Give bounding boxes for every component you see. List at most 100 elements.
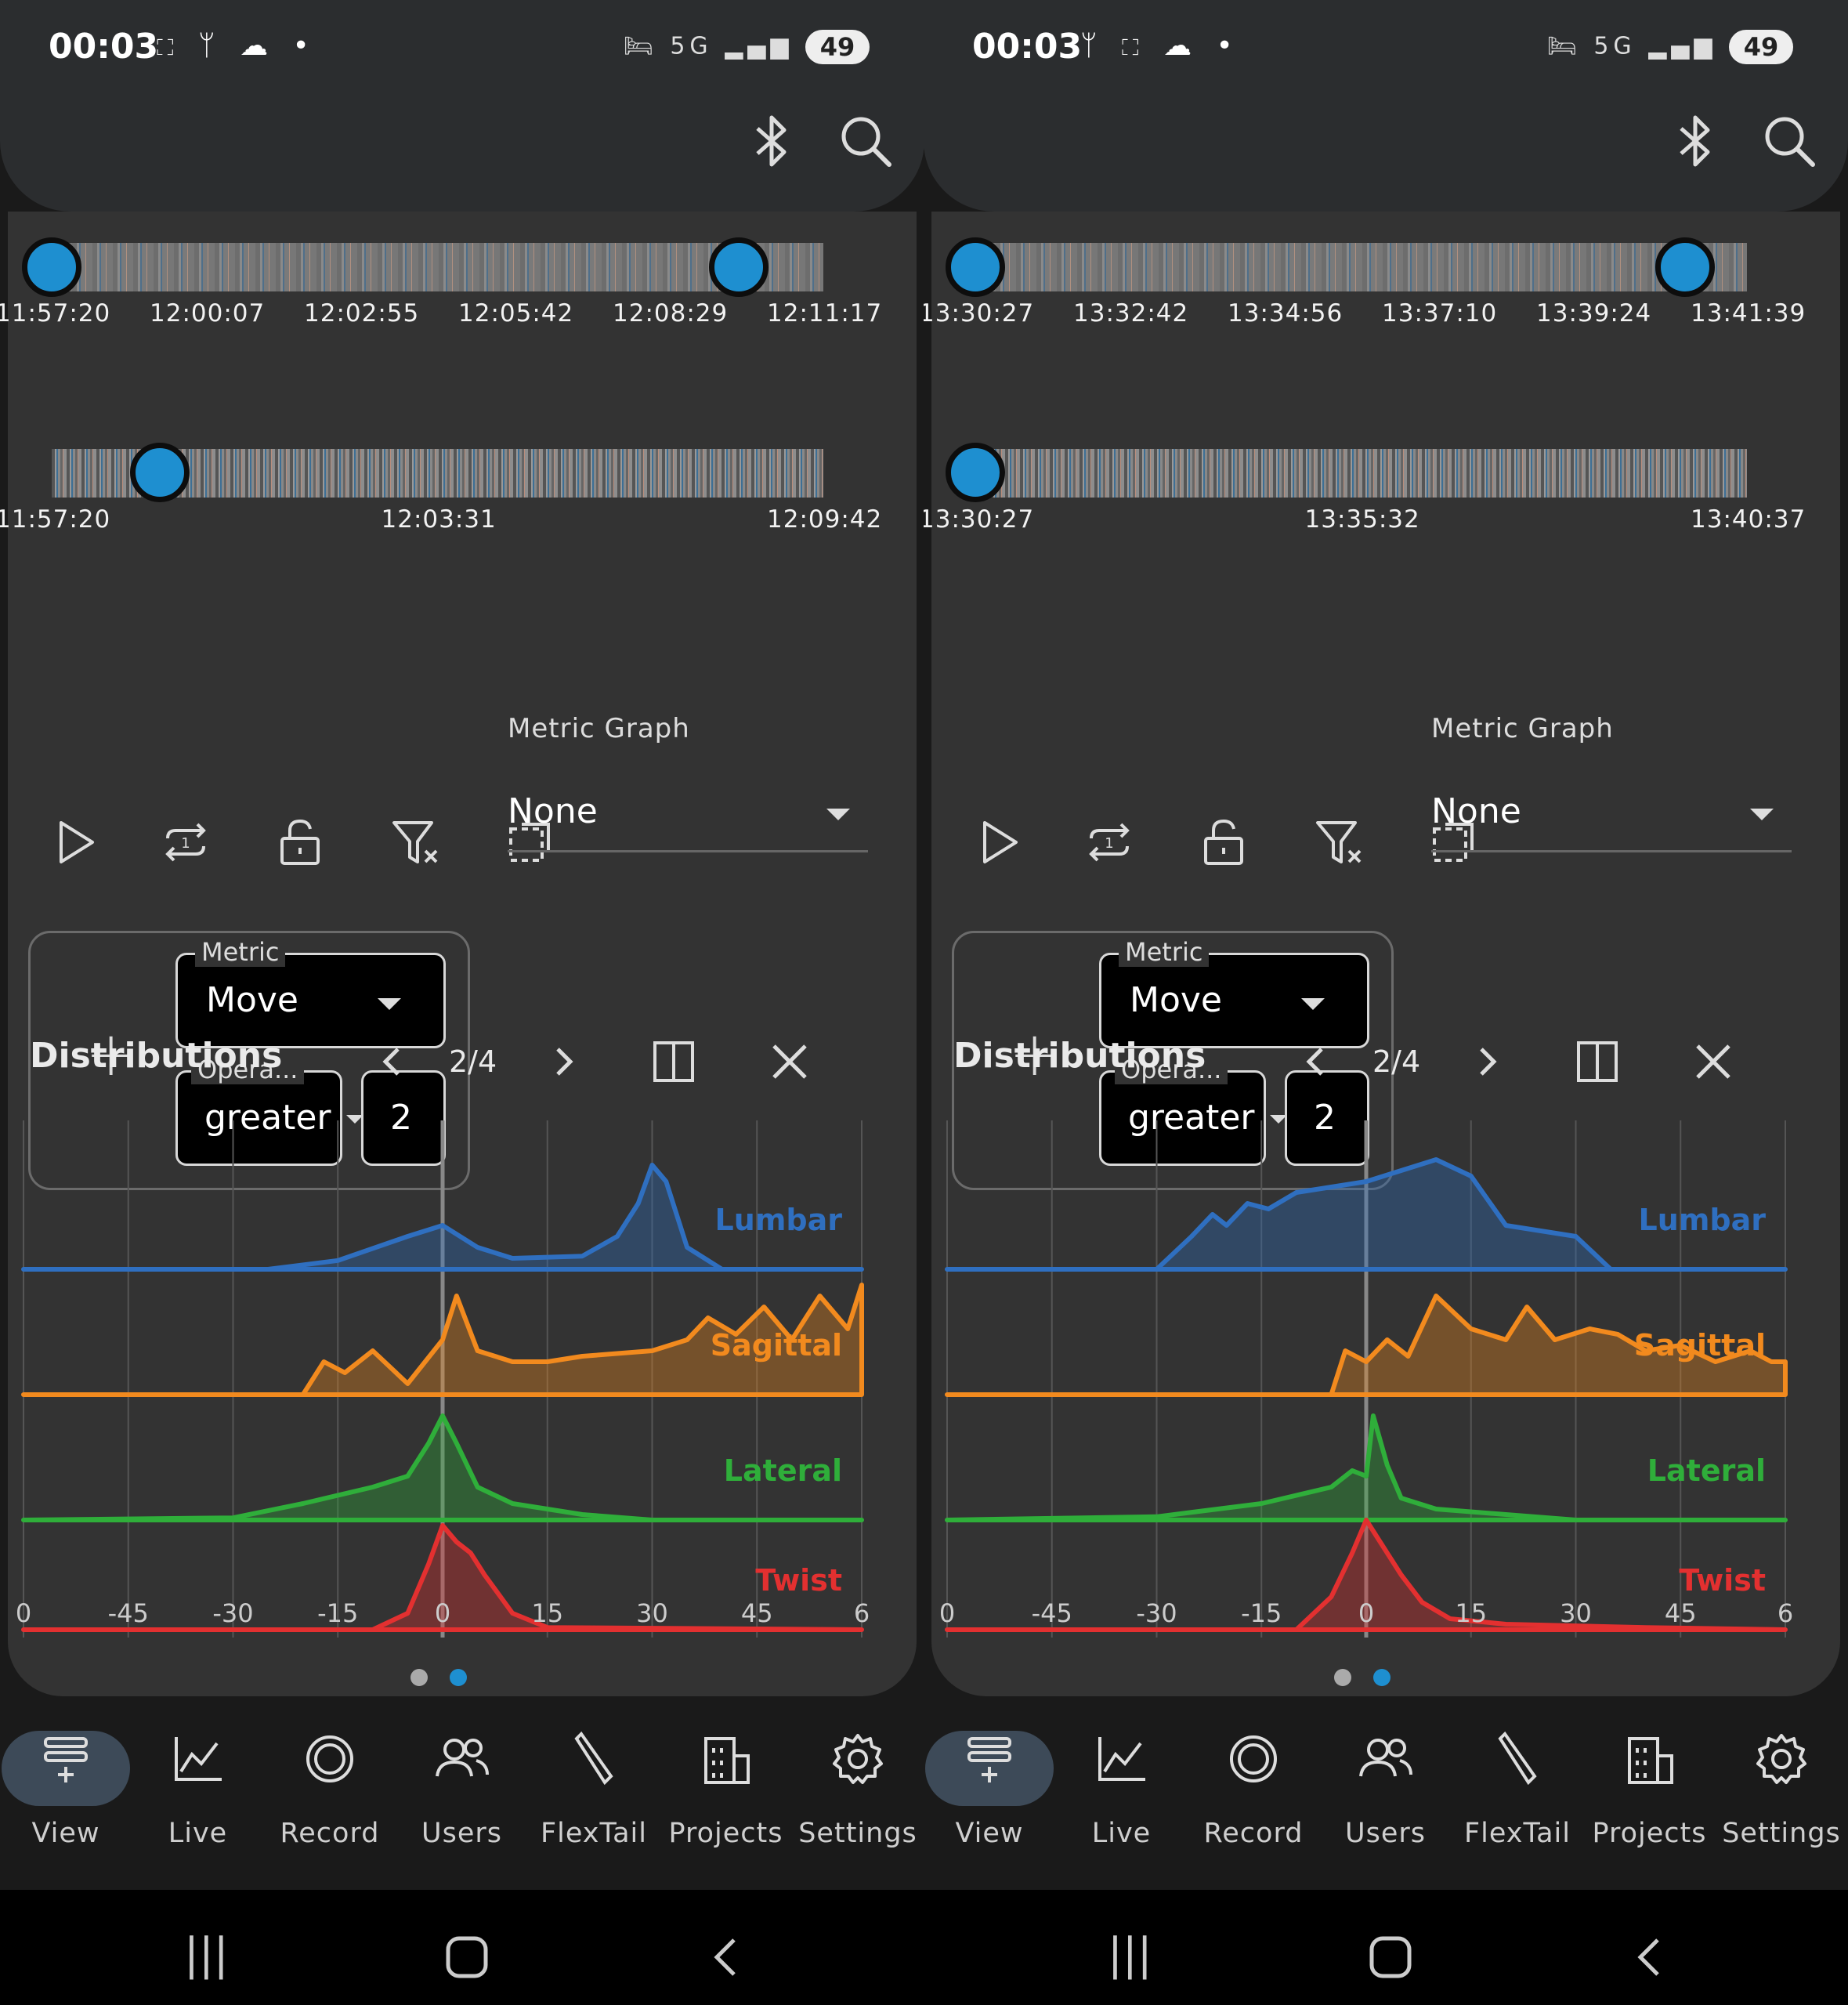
unlock-icon[interactable] [1196, 815, 1251, 870]
phone-screen-1: 00:03 ⛶ ᛘ ☁ • 🛏 5G ▂▄▆ 49 11:57:20 12:00:… [0, 0, 924, 2005]
timeline-range-end-handle[interactable] [708, 237, 768, 297]
chevron-right-icon[interactable] [541, 1038, 588, 1085]
home-button[interactable] [445, 1935, 489, 1979]
record-icon [1230, 1735, 1277, 1782]
metric-select[interactable]: Move [175, 953, 446, 1048]
recent-apps-button[interactable]: ||| [1108, 1929, 1152, 1980]
timeline-top-tick-label: 12:08:29 [613, 299, 729, 328]
bluetooth-icon[interactable] [1664, 110, 1727, 172]
nav-item-flextail[interactable]: FlexTail [528, 1708, 660, 1865]
timeline-bottom-tick-label: 12:09:42 [767, 505, 883, 534]
metric-graph-select[interactable]: None [1431, 791, 1521, 831]
chart-line-icon [174, 1737, 222, 1781]
bottom-navigation: View Live Record Users FlexTail Projects Setti… [0, 1708, 924, 1896]
filter-clear-icon[interactable] [1311, 815, 1366, 870]
nav-item-projects[interactable]: Projects [1584, 1708, 1716, 1865]
page-dots [400, 1669, 478, 1689]
x-tick-label: -45 [108, 1598, 149, 1628]
page-dot-active[interactable] [1373, 1669, 1391, 1686]
x-tick-label: 6 [854, 1598, 870, 1628]
unlock-icon[interactable] [273, 815, 327, 870]
status-bar: 00:03 ⛶ ᛘ ☁ • 🛏 5G ▂▄▆ 49 [0, 0, 924, 98]
search-icon[interactable] [1758, 110, 1821, 172]
timeline-range-start-handle[interactable] [22, 237, 81, 297]
chevron-left-icon[interactable] [1292, 1038, 1339, 1085]
signal-icon: ▂▄▆ [725, 32, 794, 60]
timeline-position-handle[interactable] [946, 443, 1005, 502]
nav-item-users[interactable]: Users [396, 1708, 528, 1865]
split-view-icon[interactable] [650, 1038, 697, 1085]
metric-select[interactable]: Move [1099, 953, 1369, 1048]
distributions-title: Distributions [953, 1036, 1206, 1076]
nav-item-settings[interactable]: Settings [1716, 1708, 1847, 1865]
page-dot[interactable] [410, 1669, 428, 1686]
nav-item-users[interactable]: Users [1320, 1708, 1452, 1865]
timeline-bottom-tick-label: 11:57:20 [0, 505, 111, 534]
close-icon[interactable] [1690, 1038, 1737, 1085]
chevron-left-icon[interactable] [368, 1038, 415, 1085]
timeline-top-tick-label: 12:02:55 [304, 299, 420, 328]
status-right-icons: 🛏 5G ▂▄▆ 49 [624, 30, 870, 64]
timeline-top-track[interactable] [52, 243, 823, 291]
dnd-bed-icon: 🛏 [1546, 32, 1582, 60]
view-list-icon [44, 1737, 88, 1782]
main-panel: 13:30:27 13:32:42 13:34:56 13:37:10 13:39:24… [924, 212, 1840, 1696]
series-label: Lumbar [1639, 1203, 1767, 1237]
timeline-bottom-track[interactable] [975, 449, 1747, 498]
timeline-top-tick-label: 13:32:42 [1073, 299, 1189, 328]
network-type: 5G [670, 32, 713, 60]
back-button[interactable] [709, 1935, 740, 1979]
bluetooth-icon[interactable] [740, 110, 803, 172]
svg-text:1: 1 [1105, 835, 1113, 852]
nav-item-settings[interactable]: Settings [792, 1708, 924, 1865]
nav-item-live[interactable]: Live [132, 1708, 264, 1865]
x-tick-label: 45 [741, 1598, 773, 1628]
metric-label: Metric [195, 937, 286, 967]
timeline-position-handle[interactable] [129, 443, 190, 502]
x-tick-label: 15 [531, 1598, 563, 1628]
close-icon[interactable] [766, 1038, 813, 1085]
app-bar [0, 86, 924, 212]
x-tick-label: 15 [1455, 1598, 1487, 1628]
x-tick-label: -15 [1241, 1598, 1282, 1628]
projects-building-icon [1627, 1737, 1673, 1784]
metric-value: Move [206, 980, 298, 1020]
flextail-icon [1498, 1731, 1537, 1786]
home-button[interactable] [1369, 1935, 1412, 1979]
search-icon[interactable] [834, 110, 897, 172]
series-label: Twist [1679, 1563, 1766, 1598]
nav-item-record[interactable]: Record [1188, 1708, 1319, 1865]
nav-item-view[interactable]: View [0, 1708, 132, 1865]
timeline-range-end-handle[interactable] [1655, 237, 1716, 297]
timeline-top-tick-label: 12:00:07 [150, 299, 266, 328]
chevron-right-icon[interactable] [1464, 1038, 1511, 1085]
page-dot-active[interactable] [450, 1669, 467, 1686]
play-icon[interactable] [971, 815, 1025, 870]
nav-item-live[interactable]: Live [1056, 1708, 1188, 1865]
filter-clear-icon[interactable] [388, 815, 443, 870]
nav-label: Settings [798, 1818, 917, 1849]
timeline-range-start-handle[interactable] [946, 237, 1005, 297]
x-tick-label: 30 [1560, 1598, 1592, 1628]
page-dot[interactable] [1334, 1669, 1351, 1686]
metric-graph-label: Metric Graph [1431, 713, 1614, 744]
battery-badge: 49 [1729, 30, 1793, 64]
back-button[interactable] [1633, 1935, 1664, 1979]
metric-graph-underline [1431, 850, 1792, 852]
timeline-top-tick-label: 13:30:27 [924, 299, 1035, 328]
play-icon[interactable] [47, 815, 102, 870]
status-right-icons: 🛏 5G ▂▄▆ 49 [1547, 30, 1793, 64]
repeat-one-icon[interactable]: 1 [1082, 815, 1137, 870]
phone-screen-2: 00:03 ᛘ ⛶ ☁ • 🛏 5G ▂▄▆ 49 13:30:27 13:32:… [924, 0, 1848, 2005]
nav-item-projects[interactable]: Projects [660, 1708, 792, 1865]
status-time: 00:03 [49, 27, 159, 67]
repeat-one-icon[interactable]: 1 [158, 815, 213, 870]
page-dots [1323, 1669, 1401, 1689]
metric-graph-select[interactable]: None [508, 791, 598, 831]
nav-item-flextail[interactable]: FlexTail [1452, 1708, 1583, 1865]
timeline-top-track[interactable] [975, 243, 1747, 291]
split-view-icon[interactable] [1574, 1038, 1621, 1085]
nav-item-view[interactable]: View [924, 1708, 1055, 1865]
recent-apps-button[interactable]: ||| [184, 1929, 229, 1980]
nav-item-record[interactable]: Record [264, 1708, 396, 1865]
